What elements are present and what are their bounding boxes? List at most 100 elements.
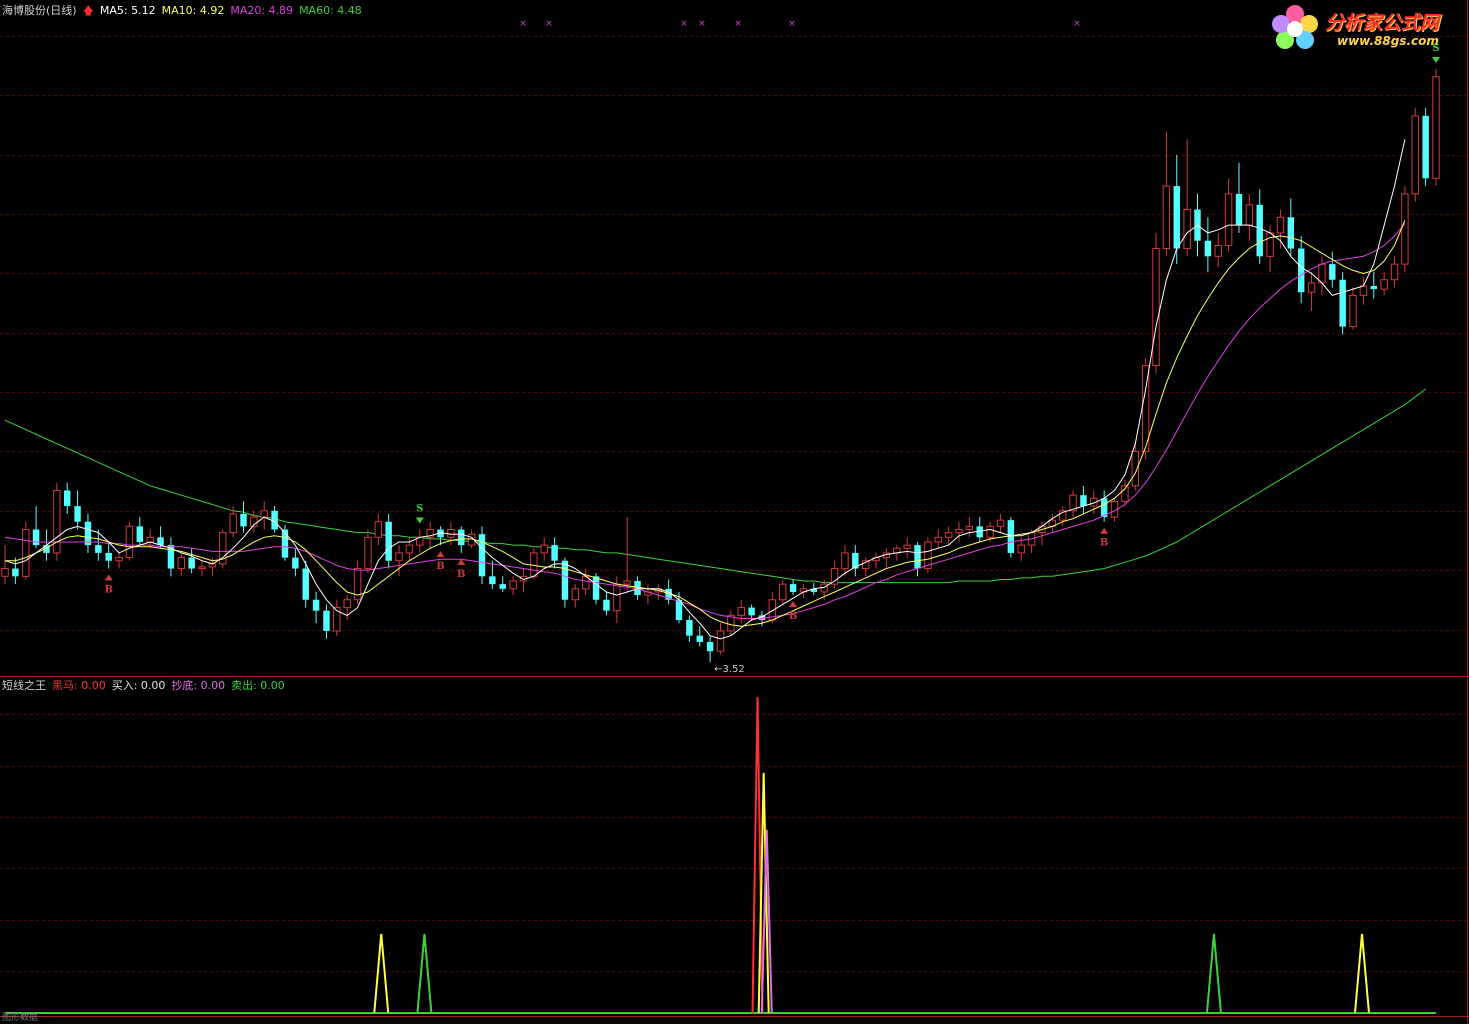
candle-body (1256, 204, 1263, 257)
indicator-spike (416, 933, 433, 1014)
candle-body (748, 607, 755, 616)
candle-body (32, 529, 40, 546)
candle-body (1204, 240, 1212, 257)
candle-body (1, 568, 9, 577)
candle-body (955, 529, 963, 534)
candle-body (1380, 279, 1388, 290)
sell-arrow-icon (1432, 57, 1440, 64)
candle-body (343, 599, 351, 609)
flower-logo-icon (1272, 5, 1318, 49)
sell-signal-label: S (416, 504, 423, 515)
candle-body (1235, 193, 1243, 226)
candle-body (240, 513, 247, 527)
candle-body (841, 552, 849, 570)
buy-arrow-icon (789, 601, 798, 608)
logo-url: www.88gs.com (1337, 34, 1439, 48)
candle-body (395, 552, 403, 562)
ma20-line (4, 223, 1406, 619)
top-marker: × (698, 19, 706, 29)
buy-signal-label: B (789, 611, 797, 622)
candle-body (623, 580, 631, 585)
buy-signal-label: B (104, 585, 112, 596)
candle-body (499, 584, 506, 589)
site-logo: 分析家公式网 www.88gs.com (1267, 2, 1463, 54)
candle-body (706, 641, 714, 652)
top-marker: × (680, 19, 688, 29)
sell-label: 卖出: 0.00 (231, 679, 285, 692)
candle-body (1162, 185, 1171, 250)
candle-body (1339, 279, 1346, 327)
candle-body (364, 536, 372, 570)
candle-body (312, 599, 320, 611)
candle-body (716, 630, 725, 652)
candle-body (561, 560, 569, 600)
up-arrow-icon: 🡅 (82, 4, 94, 17)
candle-body (1307, 282, 1316, 293)
indicator-spike (1353, 933, 1370, 1014)
candle-body (22, 529, 30, 577)
candle-body (385, 521, 392, 561)
candle-body (1318, 263, 1326, 284)
buy-arrow-icon (436, 551, 445, 558)
top-marker: × (1073, 19, 1081, 29)
candle-body (198, 566, 206, 570)
bottom-fishing-label: 抄底: 0.00 (171, 679, 226, 692)
candle-body (188, 557, 195, 569)
kline-chart-canvas[interactable]: × × × × × × ×BSBBBBS←3.52 (0, 0, 1469, 1024)
candle-body (405, 544, 414, 554)
buy-label: 买入: 0.00 (111, 679, 166, 692)
top-marker: × (734, 19, 742, 29)
candle-body (146, 536, 154, 543)
candle-body (540, 544, 548, 554)
candle-body (1276, 216, 1285, 234)
candle-body (64, 490, 71, 507)
candle-body (115, 557, 123, 562)
candle-body (1173, 186, 1180, 249)
candle-body (986, 525, 994, 538)
top-marker: × (788, 19, 796, 29)
candle-body (1297, 248, 1305, 293)
ma10-label: MA10: 4.92 (161, 4, 225, 17)
candle-body (696, 635, 703, 642)
candle-body (1349, 294, 1357, 328)
candle-body (914, 545, 921, 569)
candle-body (95, 545, 102, 553)
candle-body (1017, 544, 1025, 554)
candle-body (1224, 193, 1233, 246)
candle-body (603, 599, 610, 611)
footer-label: 图形数据 (2, 1013, 39, 1023)
buy-arrow-icon (104, 574, 113, 581)
candle-body (12, 568, 19, 577)
buy-signal-label: B (457, 569, 465, 580)
candle-body (323, 610, 330, 631)
candle-body (965, 525, 974, 531)
candle-body (1287, 217, 1295, 249)
ma60-line (4, 388, 1426, 584)
candle-body (1411, 115, 1419, 195)
candle-body (1183, 209, 1191, 250)
candle-body (177, 557, 185, 570)
candle-body (1266, 232, 1274, 257)
candle-body (1359, 285, 1368, 296)
candle-body (1422, 115, 1429, 179)
candle-body (737, 607, 745, 616)
candle-body (1390, 263, 1399, 281)
candle-body (934, 536, 942, 543)
candle-body (125, 525, 134, 559)
candle-body (1432, 76, 1440, 179)
candle-body (1214, 244, 1222, 257)
candle-body (789, 584, 797, 592)
candle-body (478, 534, 486, 577)
candle-body (1152, 248, 1160, 367)
candle-body (1329, 264, 1336, 280)
candle-body (281, 529, 289, 558)
candle-body (944, 532, 953, 538)
candle-body (260, 510, 268, 518)
candle-body (571, 588, 580, 601)
candle-body (302, 568, 309, 600)
buy-signal-label: B (436, 561, 444, 572)
candle-body (613, 583, 621, 612)
candle-body (551, 545, 558, 561)
candle-body (1080, 495, 1087, 507)
candle-body (1370, 286, 1377, 290)
